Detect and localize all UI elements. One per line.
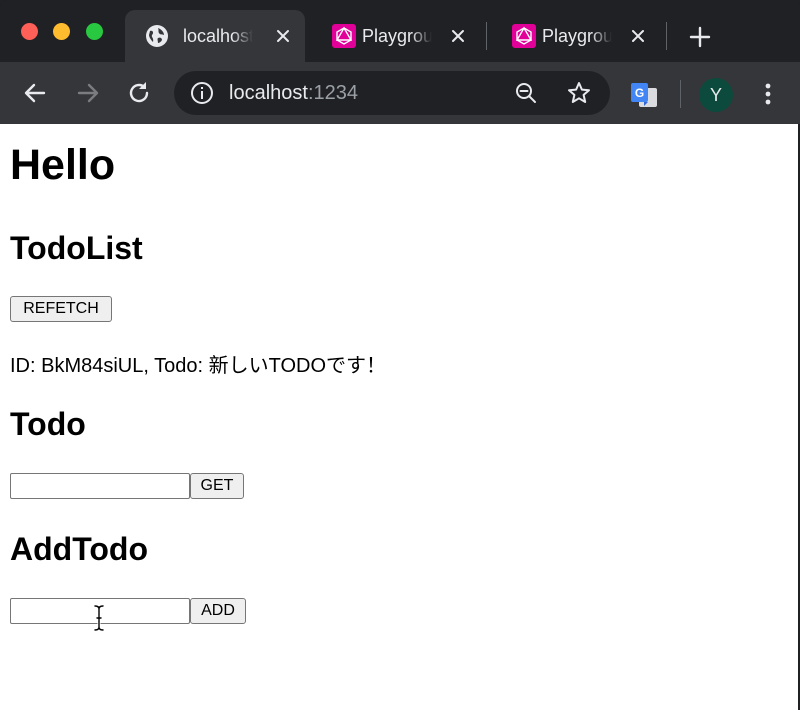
zoom-out-icon[interactable] — [514, 81, 538, 105]
translate-icon[interactable]: G — [630, 82, 658, 108]
tab-separator — [666, 22, 667, 50]
tab-label: localhost — [183, 25, 253, 46]
browser-window: localhost Playground Playground — [0, 0, 800, 710]
url-host: localhost — [229, 82, 308, 104]
tab-localhost[interactable]: localhost — [125, 10, 305, 62]
svg-text:G: G — [635, 86, 644, 100]
page-content: Hello TodoList REFETCH ID: BkM84siUL, To… — [0, 124, 798, 710]
zoom-window-button[interactable] — [86, 23, 103, 40]
graphql-icon — [512, 24, 536, 48]
url-text[interactable]: localhost:1234 — [229, 82, 358, 105]
tab-playground-2[interactable]: Playground — [492, 12, 662, 60]
close-tab-icon[interactable] — [275, 28, 291, 44]
graphql-icon — [332, 24, 356, 48]
profile-avatar[interactable]: Y — [699, 78, 733, 112]
address-bar[interactable]: localhost:1234 — [174, 71, 610, 115]
site-info-icon[interactable] — [190, 81, 214, 105]
todolist-heading: TodoList — [10, 230, 143, 266]
new-tab-icon[interactable] — [688, 25, 712, 49]
add-button[interactable]: ADD — [190, 598, 246, 624]
bookmark-star-icon[interactable] — [566, 80, 592, 106]
back-arrow-icon[interactable] — [22, 80, 48, 106]
refetch-button[interactable]: REFETCH — [10, 296, 112, 322]
tab-playground-1[interactable]: Playground — [312, 12, 482, 60]
tab-label: Playground — [542, 25, 612, 46]
close-window-button[interactable] — [21, 23, 38, 40]
addtodo-heading: AddTodo — [10, 531, 149, 567]
url-port: :1234 — [307, 82, 358, 104]
tab-separator — [486, 22, 487, 50]
page-title: Hello — [10, 141, 116, 189]
text-cursor-icon — [93, 604, 105, 632]
tab-label: Playground — [362, 25, 432, 46]
todo-heading: Todo — [10, 406, 86, 442]
forward-arrow-icon[interactable] — [75, 80, 101, 106]
close-tab-icon[interactable] — [630, 28, 646, 44]
close-tab-icon[interactable] — [450, 28, 466, 44]
todo-id-input[interactable] — [10, 473, 190, 499]
toolbar-divider — [680, 80, 681, 108]
reload-icon[interactable] — [126, 80, 152, 106]
minimize-window-button[interactable] — [53, 23, 70, 40]
todo-list-item: ID: BkM84siUL, Todo: 新しいTODOです！ — [10, 355, 387, 377]
menu-kebab-icon[interactable] — [756, 81, 780, 107]
globe-icon — [146, 25, 168, 47]
get-button[interactable]: GET — [190, 473, 244, 499]
